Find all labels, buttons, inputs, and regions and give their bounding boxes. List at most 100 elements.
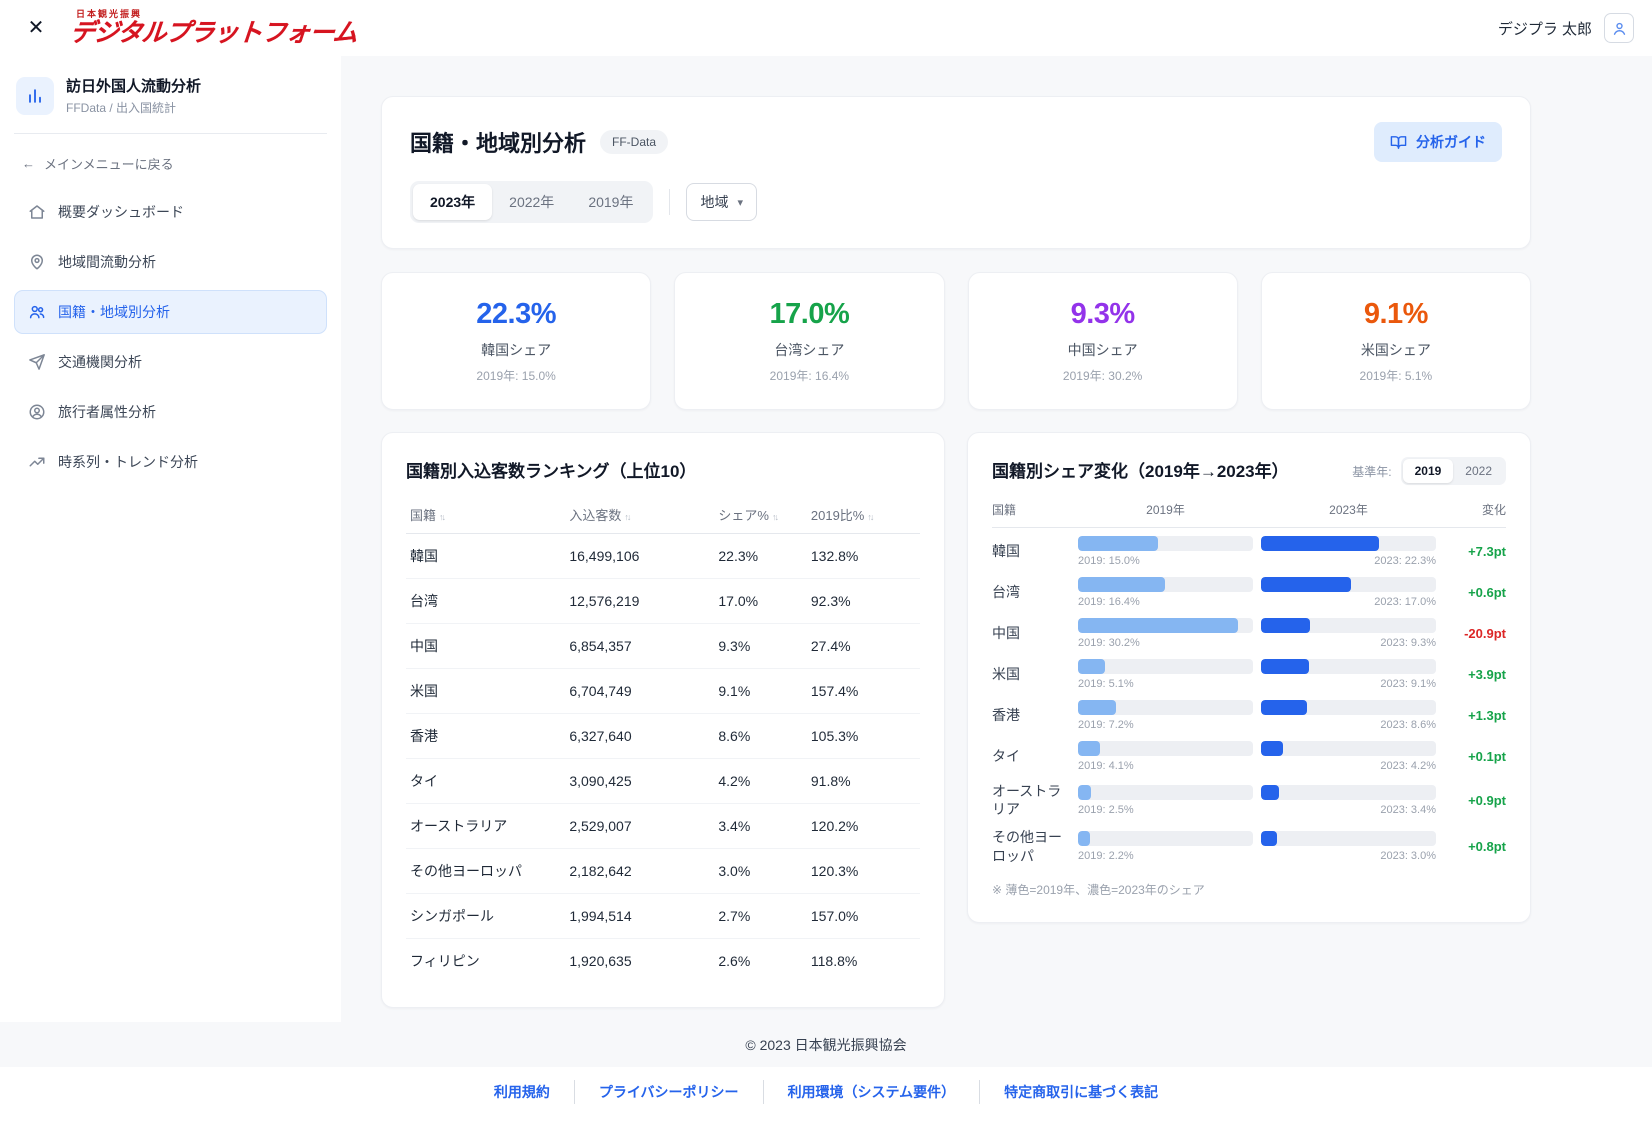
- chart-header-row: 国籍 2019年 2023年 変化: [992, 485, 1506, 528]
- stat-label: 韓国シェア: [400, 340, 632, 360]
- bar-track: [1078, 659, 1253, 674]
- column-header-visitors[interactable]: 入込客数↑↓: [565, 496, 714, 534]
- bar-2019: [1078, 659, 1105, 674]
- bar-track: [1261, 741, 1436, 756]
- sidebar-item-traveler-attributes[interactable]: 旅行者属性分析: [14, 390, 327, 434]
- logo[interactable]: 日本観光振興 デジタルプラットフォーム: [70, 10, 357, 46]
- bar-2019: [1078, 741, 1100, 756]
- sort-icon: ↑↓: [439, 512, 444, 522]
- column-header-nationality[interactable]: 国籍↑↓: [406, 496, 565, 534]
- bar-2023: [1261, 700, 1307, 715]
- table-row: 中国6,854,3579.3%27.4%: [406, 624, 920, 669]
- bar-track: [1078, 700, 1253, 715]
- logo-main-text: デジタルプラットフォーム: [69, 21, 358, 46]
- table-row: オーストラリア2,529,0073.4%120.2%: [406, 804, 920, 849]
- table-row: シンガポール1,994,5142.7%157.0%: [406, 894, 920, 939]
- chart-footnote: ※ 薄色=2019年、濃色=2023年のシェア: [992, 881, 1506, 898]
- bar-2019: [1078, 618, 1238, 633]
- bar-track: [1261, 785, 1436, 800]
- home-icon: [28, 203, 46, 221]
- bar-track: [1078, 831, 1253, 846]
- sidebar-item-transport-analysis[interactable]: 交通機関分析: [14, 340, 327, 384]
- page-title: 国籍・地域別分析: [410, 126, 586, 158]
- sidebar-item-nationality-analysis[interactable]: 国籍・地域別分析: [14, 290, 327, 334]
- bar-track: [1078, 536, 1253, 551]
- change-value: +0.9pt: [1444, 793, 1506, 808]
- sidebar-nav: 概要ダッシュボード 地域間流動分析 国籍・地域別分析 交通機関分析: [0, 187, 341, 487]
- back-to-main-menu-link[interactable]: ← メインメニューに戻る: [0, 146, 196, 187]
- change-value: +3.9pt: [1444, 667, 1506, 682]
- sidebar-item-regional-flow[interactable]: 地域間流動分析: [14, 240, 327, 284]
- bar-track: [1078, 741, 1253, 756]
- stat-label: 中国シェア: [987, 340, 1219, 360]
- tab-2019[interactable]: 2019年: [571, 184, 650, 220]
- sidebar-item-overview-dashboard[interactable]: 概要ダッシュボード: [14, 190, 327, 234]
- bar-track: [1261, 577, 1436, 592]
- tab-2023[interactable]: 2023年: [413, 184, 492, 220]
- share-row-korea: 韓国 2019: 15.0% 2023: 22.3% +7.3pt: [992, 528, 1506, 569]
- stat-card-china: 9.3% 中国シェア 2019年: 30.2%: [968, 272, 1238, 410]
- sidebar-item-timeseries-trend[interactable]: 時系列・トレンド分析: [14, 440, 327, 484]
- ranking-title: 国籍別入込客数ランキング（上位10）: [406, 457, 920, 482]
- sidebar-item-label: 国籍・地域別分析: [58, 302, 170, 322]
- table-row: フィリピン1,920,6352.6%118.8%: [406, 939, 920, 984]
- sidebar-item-label: 概要ダッシュボード: [58, 202, 184, 222]
- tab-2022[interactable]: 2022年: [492, 184, 571, 220]
- bar-2023: [1261, 831, 1277, 846]
- bar-track: [1261, 536, 1436, 551]
- change-value: +1.3pt: [1444, 708, 1506, 723]
- bar-track: [1261, 700, 1436, 715]
- year-tab-group: 2023年 2022年 2019年: [410, 181, 653, 223]
- change-value: +0.6pt: [1444, 585, 1506, 600]
- vertical-divider: [669, 189, 670, 215]
- stat-sub: 2019年: 15.0%: [400, 367, 632, 384]
- close-button[interactable]: ✕: [18, 10, 54, 46]
- user-circle-icon: [28, 403, 46, 421]
- column-header-share[interactable]: シェア%↑↓: [714, 496, 807, 534]
- table-row: 米国6,704,7499.1%157.4%: [406, 669, 920, 714]
- bar-2023: [1261, 659, 1309, 674]
- bar-track: [1261, 831, 1436, 846]
- footer-link-terms[interactable]: 利用規約: [470, 1080, 575, 1104]
- sort-icon: ↑↓: [772, 512, 777, 522]
- stat-value: 9.1%: [1280, 298, 1512, 331]
- sidebar-item-label: 旅行者属性分析: [58, 402, 156, 422]
- analysis-guide-button[interactable]: 分析ガイド: [1374, 122, 1502, 162]
- sidebar-app-subtitle: FFData / 出入国統計: [66, 99, 201, 116]
- stat-sub: 2019年: 30.2%: [987, 367, 1219, 384]
- stat-label: 台湾シェア: [693, 340, 925, 360]
- trend-icon: [28, 453, 46, 471]
- sidebar-item-label: 交通機関分析: [58, 352, 142, 372]
- bar-2019: [1078, 536, 1158, 551]
- base-year-2019-button[interactable]: 2019: [1403, 459, 1454, 483]
- share-change-panel: 国籍別シェア変化（2019年→2023年） 基準年: 2019 2022 国籍 …: [967, 432, 1531, 923]
- footer-links: 利用規約 プライバシーポリシー 利用環境（システム要件） 特定商取引に基づく表記: [0, 1067, 1652, 1126]
- plane-icon: [28, 353, 46, 371]
- stat-card-usa: 9.1% 米国シェア 2019年: 5.1%: [1261, 272, 1531, 410]
- base-year-2022-button[interactable]: 2022: [1453, 459, 1504, 483]
- bar-track: [1078, 618, 1253, 633]
- share-row-australia: オーストラリア 2019: 2.5% 2023: 3.4% +0.9pt: [992, 774, 1506, 820]
- footer-link-privacy[interactable]: プライバシーポリシー: [575, 1080, 764, 1104]
- base-year-label: 基準年:: [1352, 463, 1391, 480]
- share-row-taiwan: 台湾 2019: 16.4% 2023: 17.0% +0.6pt: [992, 569, 1506, 610]
- guide-button-label: 分析ガイド: [1416, 132, 1486, 152]
- column-header-vs2019[interactable]: 2019比%↑↓: [807, 496, 920, 534]
- panels-row: 国籍別入込客数ランキング（上位10） 国籍↑↓ 入込客数↑↓ シェア%↑↓ 20…: [381, 432, 1531, 1008]
- stat-sub: 2019年: 5.1%: [1280, 367, 1512, 384]
- sort-icon: ↑↓: [867, 512, 872, 522]
- ranking-table: 国籍↑↓ 入込客数↑↓ シェア%↑↓ 2019比%↑↓ 韓国16,499,106…: [406, 496, 920, 983]
- ranking-panel: 国籍別入込客数ランキング（上位10） 国籍↑↓ 入込客数↑↓ シェア%↑↓ 20…: [381, 432, 945, 1008]
- table-row: 韓国16,499,10622.3%132.8%: [406, 534, 920, 579]
- table-row: 台湾12,576,21917.0%92.3%: [406, 579, 920, 624]
- bar-2019: [1078, 700, 1116, 715]
- logo-small-text: 日本観光振興: [76, 10, 357, 19]
- avatar-button[interactable]: [1604, 13, 1634, 43]
- region-dropdown[interactable]: 地域 ▾: [686, 183, 757, 221]
- top-header: ✕ 日本観光振興 デジタルプラットフォーム デジプラ 太郎: [0, 0, 1652, 56]
- base-year-segmented: 2019 2022: [1401, 457, 1506, 485]
- page-footer: © 2023 日本観光振興協会 利用規約 プライバシーポリシー 利用環境（システ…: [0, 1022, 1652, 1126]
- ff-data-badge: FF-Data: [600, 130, 668, 154]
- footer-link-system-requirements[interactable]: 利用環境（システム要件）: [764, 1080, 981, 1104]
- footer-link-commercial-transactions[interactable]: 特定商取引に基づく表記: [980, 1080, 1182, 1104]
